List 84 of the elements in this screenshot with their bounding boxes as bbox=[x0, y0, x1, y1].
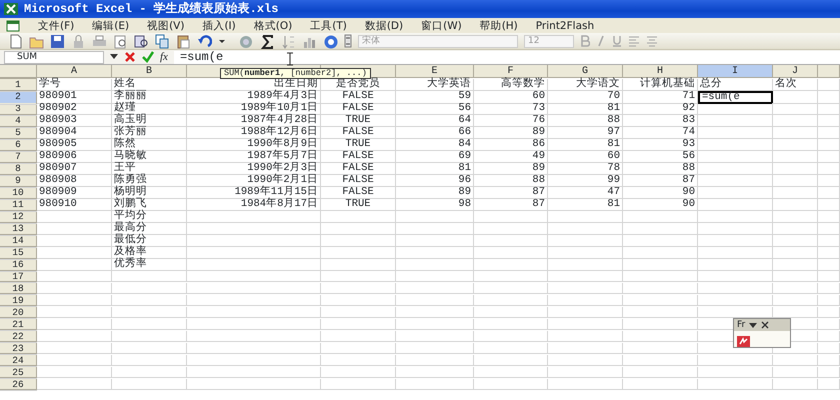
table-cell: 59 bbox=[396, 91, 474, 104]
table-cell: 78 bbox=[548, 163, 623, 175]
table-cell: 60 bbox=[548, 151, 623, 163]
table-cell: 96 bbox=[396, 175, 474, 187]
function-tooltip: SUM(number1, [number2], ...) bbox=[220, 68, 371, 79]
table-cell: 1990年2月3日 bbox=[187, 163, 321, 175]
table-cell: FALSE bbox=[321, 103, 396, 115]
table-cell: 1984年8月17日 bbox=[187, 199, 321, 211]
table-cell: 1990年8月9日 bbox=[187, 139, 321, 151]
table-cell: 张芳丽 bbox=[112, 127, 187, 139]
table-cell: 97 bbox=[548, 127, 623, 139]
table-cell: TRUE bbox=[321, 139, 396, 151]
table-cell: 60 bbox=[474, 91, 548, 104]
table-cell: 47 bbox=[548, 187, 623, 199]
table-cell: 980907 bbox=[37, 163, 112, 175]
table-cell: 最高分 bbox=[112, 223, 187, 235]
table-cell: 89 bbox=[474, 163, 548, 175]
table-cell: 93 bbox=[623, 139, 698, 151]
table-cell: TRUE bbox=[321, 199, 396, 211]
table-cell: 1989年11月15日 bbox=[187, 187, 321, 199]
table-cell: 1987年4月28日 bbox=[187, 115, 321, 127]
table-cell: 980903 bbox=[37, 115, 112, 127]
table-cell: 81 bbox=[548, 139, 623, 151]
table-cell: 88 bbox=[474, 175, 548, 187]
table-cell: 87 bbox=[474, 199, 548, 211]
window-title: Microsoft Excel - 学生成绩表原始表.xls bbox=[24, 0, 278, 18]
table-cell: 1990年2月1日 bbox=[187, 175, 321, 187]
table-cell: 69 bbox=[396, 151, 474, 163]
toolbar-title: Fr bbox=[737, 319, 746, 331]
table-cell: 92 bbox=[623, 103, 698, 115]
table-cell: 76 bbox=[474, 115, 548, 127]
table-cell: 90 bbox=[623, 199, 698, 211]
table-cell: 64 bbox=[396, 115, 474, 127]
table-cell: 87 bbox=[474, 187, 548, 199]
table-cell: TRUE bbox=[321, 115, 396, 127]
table-cell: FALSE bbox=[321, 91, 396, 104]
table-cell: 90 bbox=[623, 187, 698, 199]
table-cell: 74 bbox=[623, 127, 698, 139]
table-cell: 980905 bbox=[37, 139, 112, 151]
table-cell: 73 bbox=[474, 103, 548, 115]
table-cell: 980908 bbox=[37, 175, 112, 187]
table-cell: 98 bbox=[396, 199, 474, 211]
table-cell: 980906 bbox=[37, 151, 112, 163]
table-cell: FALSE bbox=[321, 187, 396, 199]
table-cell: 大学语文 bbox=[548, 79, 623, 91]
table-cell: 1987年5月7日 bbox=[187, 151, 321, 163]
table-cell: 56 bbox=[396, 103, 474, 115]
table-cell: 99 bbox=[548, 175, 623, 187]
table-cell: 980901 bbox=[37, 91, 112, 104]
table-cell: FALSE bbox=[321, 151, 396, 163]
table-cell: 89 bbox=[474, 127, 548, 139]
table-cell: 优秀率 bbox=[112, 259, 187, 271]
table-cell: 49 bbox=[474, 151, 548, 163]
table-cell: 83 bbox=[623, 115, 698, 127]
table-cell: 名次 bbox=[773, 79, 818, 91]
table-cell: 马晓敏 bbox=[112, 151, 187, 163]
table-cell: 88 bbox=[623, 163, 698, 175]
table-cell: 70 bbox=[548, 91, 623, 104]
table-cell: 1989年10月1日 bbox=[187, 103, 321, 115]
table-cell: 86 bbox=[474, 139, 548, 151]
table-cell: FALSE bbox=[321, 163, 396, 175]
table-cell: 大学英语 bbox=[396, 79, 474, 91]
table-cell: 高等数学 bbox=[474, 79, 548, 91]
table-cell: FALSE bbox=[321, 175, 396, 187]
table-cell: 980904 bbox=[37, 127, 112, 139]
table-cell: 87 bbox=[623, 175, 698, 187]
table-cell: 89 bbox=[396, 187, 474, 199]
table-cell: 学号 bbox=[37, 79, 112, 91]
table-cell: 刘鹏飞 bbox=[112, 199, 187, 211]
table-cell: FALSE bbox=[321, 127, 396, 139]
table-cell: 81 bbox=[396, 163, 474, 175]
table-cell: 计算机基础 bbox=[623, 79, 698, 91]
table-cell: 980902 bbox=[37, 103, 112, 115]
table-cell: 84 bbox=[396, 139, 474, 151]
table-cell: 陈勇强 bbox=[112, 175, 187, 187]
table-cell: 980909 bbox=[37, 187, 112, 199]
table-cell: 980910 bbox=[37, 199, 112, 211]
table-cell: 66 bbox=[396, 127, 474, 139]
table-cell: 王平 bbox=[112, 163, 187, 175]
table-cell: 1988年12月6日 bbox=[187, 127, 321, 139]
table-cell: 81 bbox=[548, 199, 623, 211]
table-cell: 56 bbox=[623, 151, 698, 163]
table-cell: 81 bbox=[548, 103, 623, 115]
table-cell: 88 bbox=[548, 115, 623, 127]
